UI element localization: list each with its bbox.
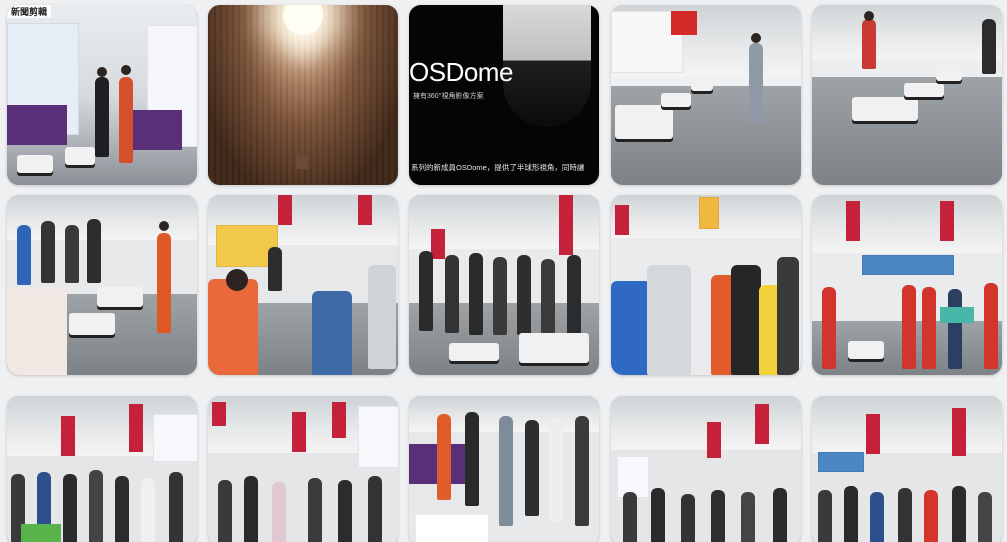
gallery-tile-10[interactable] — [812, 195, 1002, 375]
gallery-tile-7[interactable] — [208, 195, 398, 375]
gallery-tile-15[interactable] — [812, 396, 1002, 542]
dome-camera-image — [503, 5, 591, 127]
gallery-tile-3-osdome-promo[interactable]: OSDome 擁有360°視角影像方案 系列的新成員OSDome，提供了半球形視… — [409, 5, 599, 185]
promo-title: OSDome — [409, 57, 513, 87]
gallery-tile-9[interactable] — [611, 195, 801, 375]
gallery-tile-14[interactable] — [611, 396, 801, 542]
gallery-tile-1[interactable]: 新聞剪輯 — [7, 5, 197, 185]
gallery-tile-4[interactable] — [611, 5, 801, 185]
gallery-tile-8[interactable] — [409, 195, 599, 375]
gallery-tile-12[interactable] — [208, 396, 398, 542]
gallery-tile-11[interactable] — [7, 396, 197, 542]
gallery-tile-6[interactable] — [7, 195, 197, 375]
gallery-tile-5[interactable] — [812, 5, 1002, 185]
gallery-tile-2[interactable] — [208, 5, 398, 185]
gallery-tile-13[interactable] — [409, 396, 599, 542]
photo-gallery: 新聞剪輯 OSDome 擁有360°視角影像方案 系列的新成員OSDome，提供… — [0, 0, 1007, 542]
promo-caption: 系列的新成員OSDome，提供了半球形視角，同時讓 — [411, 163, 585, 172]
promo-subtitle: 擁有360°視角影像方案 — [413, 93, 484, 100]
corner-caption: 新聞剪輯 — [7, 5, 52, 18]
